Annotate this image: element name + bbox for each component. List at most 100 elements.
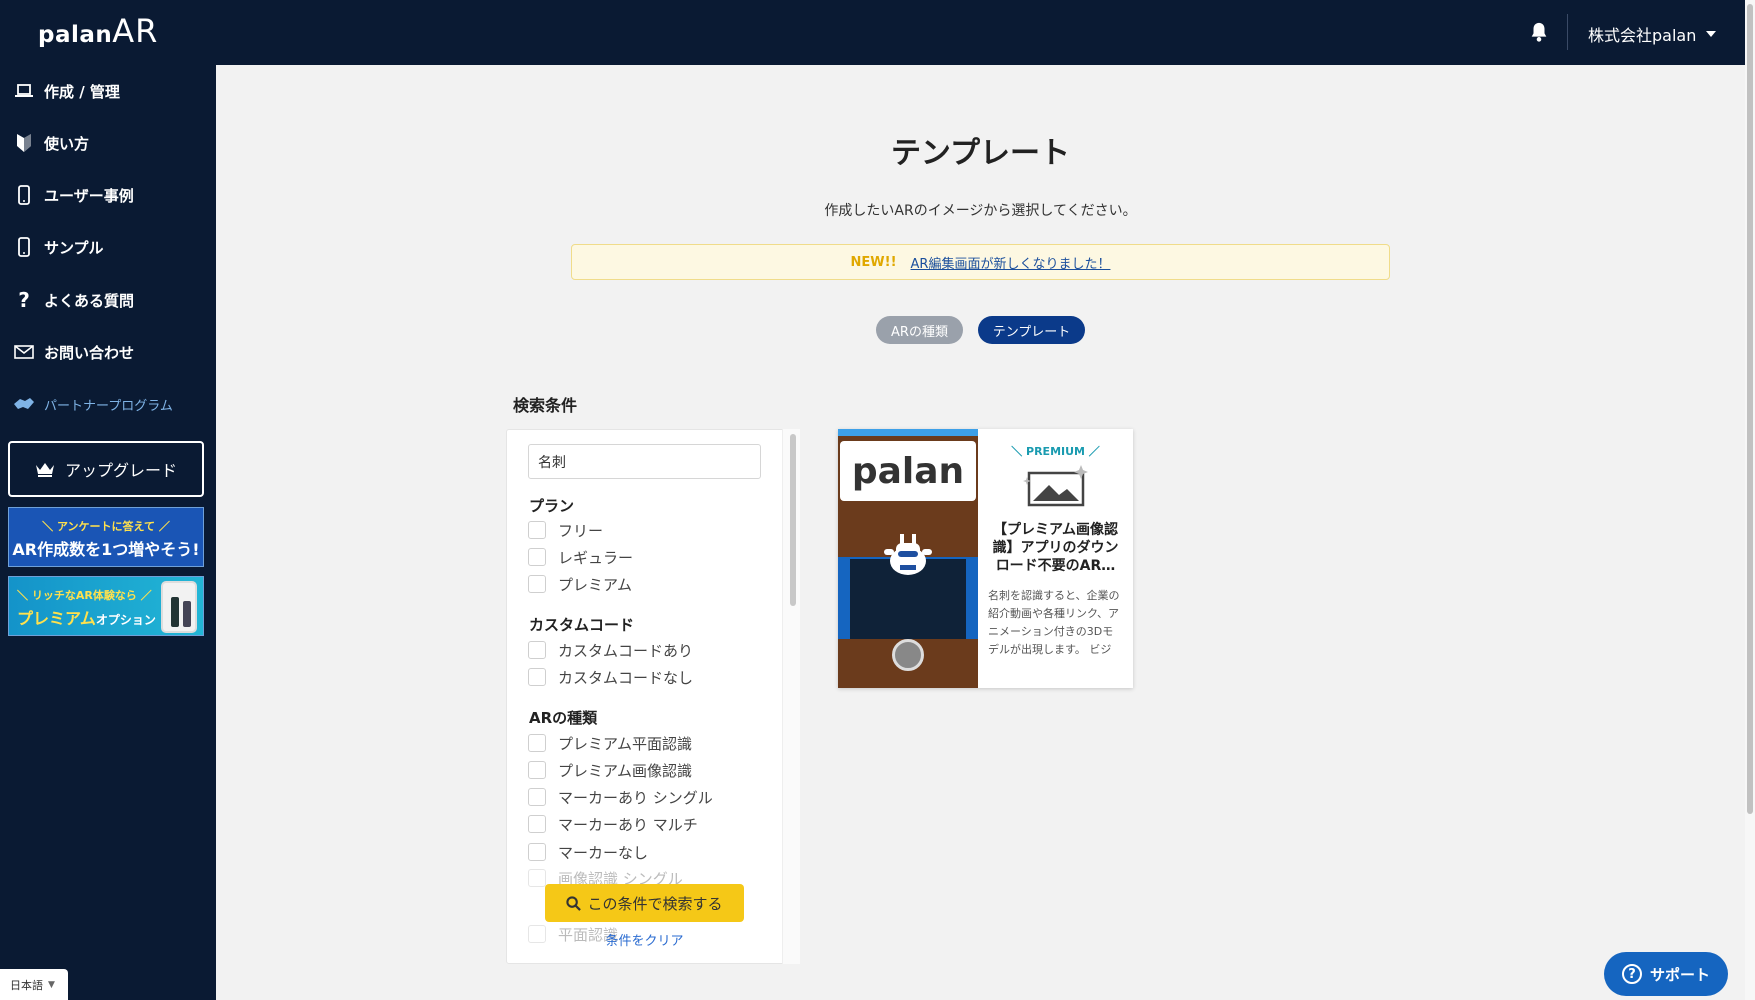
checkbox-label: プレミアム画像認識 xyxy=(558,761,692,780)
laptop-icon xyxy=(14,81,34,101)
template-card-body: ＼ PREMIUM ／ 【プレミアム画像認識】アプリのダウンロード不要のAR… … xyxy=(978,429,1133,688)
sidebar-item-how-to[interactable]: 使い方 xyxy=(0,121,216,165)
language-selector[interactable]: 日本語 ▼ xyxy=(0,969,68,1000)
checkbox-custom-code-no[interactable]: カスタムコードなし xyxy=(528,666,693,688)
checkbox-markerless[interactable]: マーカーなし xyxy=(528,841,648,863)
checkbox-plan-regular[interactable]: レギュラー xyxy=(528,546,633,568)
sidebar-item-contact[interactable]: お問い合わせ xyxy=(0,330,216,374)
keyword-search-input[interactable]: 名刺 xyxy=(528,444,761,479)
template-card[interactable]: palan ＼ PREMIUM ／ 【プレミアム画像認識】アプリのダウンロード不… xyxy=(838,429,1133,688)
template-thumbnail: palan xyxy=(838,429,978,688)
sidebar-item-create-manage[interactable]: 作成 / 管理 xyxy=(0,69,216,113)
checkbox[interactable] xyxy=(528,869,546,887)
logo-text-small: palan xyxy=(38,22,113,48)
checkbox-plan-premium[interactable]: プレミアム xyxy=(528,573,632,595)
sidebar-item-label: ユーザー事例 xyxy=(44,186,134,205)
image-icon xyxy=(1022,465,1088,507)
page-scrollbar-thumb[interactable] xyxy=(1747,4,1753,814)
checkbox-label: プレミアム平面認識 xyxy=(558,734,692,753)
bell-icon[interactable] xyxy=(1528,20,1550,44)
chevron-down-icon xyxy=(1706,31,1717,37)
phone-illustration xyxy=(161,581,197,633)
template-title: 【プレミアム画像認識】アプリのダウンロード不要のAR… xyxy=(992,522,1119,574)
page-title: テンプレート xyxy=(890,136,1071,171)
premium-banner-sub: オプション xyxy=(95,613,156,627)
beginner-mark-icon xyxy=(14,133,34,153)
crown-icon xyxy=(35,463,54,477)
sidebar-item-label: よくある質問 xyxy=(44,291,135,310)
checkbox-label: カスタムコードあり xyxy=(558,641,694,660)
smartphone-icon xyxy=(14,237,34,257)
search-icon xyxy=(566,895,582,911)
mail-icon xyxy=(14,342,34,362)
checkbox[interactable] xyxy=(528,925,546,943)
sidebar-item-user-cases[interactable]: ユーザー事例 xyxy=(0,173,216,217)
checkbox-label: レギュラー xyxy=(558,548,634,567)
header-divider xyxy=(1567,14,1568,50)
logo-text-big: AR xyxy=(112,12,159,50)
camera-shutter xyxy=(892,639,924,671)
sidebar-item-label: サンプル xyxy=(44,238,104,257)
checkbox[interactable] xyxy=(528,734,546,752)
sidebar-item-samples[interactable]: サンプル xyxy=(0,225,216,269)
page-description: 作成したいARのイメージから選択してください。 xyxy=(824,203,1137,219)
account-name: 株式会社palan xyxy=(1588,26,1697,45)
sidebar-item-partner-program[interactable]: パートナープログラム xyxy=(0,382,216,426)
checkbox[interactable] xyxy=(528,641,546,659)
checkbox-label: フリー xyxy=(558,521,604,540)
checkbox[interactable] xyxy=(528,548,546,566)
palan-ar-logo[interactable]: palanAR xyxy=(38,12,158,50)
language-label: 日本語 xyxy=(10,978,43,992)
checkbox-label: マーカーあり シングル xyxy=(558,788,713,807)
sidebar-item-label: お問い合わせ xyxy=(44,343,135,362)
checkbox[interactable] xyxy=(528,668,546,686)
checkbox-marker-multi[interactable]: マーカーあり マルチ xyxy=(528,813,698,835)
checkbox[interactable] xyxy=(528,575,546,593)
search-submit-button[interactable]: この条件で検索する xyxy=(545,884,744,922)
checkbox[interactable] xyxy=(528,521,546,539)
premium-option-banner[interactable]: ＼ リッチなAR体験なら ／ プレミアムオプション xyxy=(8,576,204,636)
checkbox[interactable] xyxy=(528,761,546,779)
tab-ar-types[interactable]: ARの種類 xyxy=(876,316,963,344)
filter-scrollbar-thumb[interactable] xyxy=(790,434,796,606)
upgrade-label: アップグレード xyxy=(64,461,177,480)
filter-heading: 検索条件 xyxy=(513,396,578,415)
new-badge: NEW!! xyxy=(850,254,897,270)
sidebar-item-label: 使い方 xyxy=(44,134,90,153)
robot-character xyxy=(884,534,932,575)
upgrade-button[interactable]: アップグレード xyxy=(8,441,204,497)
top-header: palanAR 株式会社palan xyxy=(0,0,1745,65)
notice-bar: NEW!! AR編集画面が新しくなりました！ xyxy=(571,244,1390,280)
checkbox-premium-plane[interactable]: プレミアム平面認識 xyxy=(528,732,692,754)
filter-group-ar-type-title: ARの種類 xyxy=(529,709,598,727)
checkbox-plan-free[interactable]: フリー xyxy=(528,519,603,541)
checkbox-premium-image[interactable]: プレミアム画像認識 xyxy=(528,759,692,781)
checkbox-custom-code-yes[interactable]: カスタムコードあり xyxy=(528,639,693,661)
help-icon: ? xyxy=(1621,964,1642,984)
business-card-brand: palan xyxy=(840,441,976,501)
checkbox[interactable] xyxy=(528,843,546,861)
smartphone-icon xyxy=(14,185,34,205)
notice-link[interactable]: AR編集画面が新しくなりました！ xyxy=(911,253,1111,272)
checkbox-label: マーカーあり マルチ xyxy=(558,815,698,834)
checkbox[interactable] xyxy=(528,815,546,833)
template-description: 名刺を認識すると、企業の紹介動画や各種リンク、アニメーション付きの3Dモデルが出… xyxy=(988,589,1120,656)
account-menu[interactable]: 株式会社palan xyxy=(1588,22,1717,46)
checkbox-label: プレミアム xyxy=(558,575,632,594)
checkbox-label: カスタムコードなし xyxy=(558,668,694,687)
premium-banner-main: プレミアム xyxy=(17,609,96,628)
support-button[interactable]: ? サポート xyxy=(1604,952,1728,996)
checkbox-label: マーカーなし xyxy=(558,843,649,862)
clear-filters-link[interactable]: 条件をクリア xyxy=(545,930,744,949)
survey-banner-line1: ＼ アンケートに答えて ／ xyxy=(42,520,170,533)
checkbox[interactable] xyxy=(528,788,546,806)
handshake-icon xyxy=(14,394,34,414)
sidebar: 作成 / 管理 使い方 ユーザー事例 サンプル ? よくある質問 お問い合わせ … xyxy=(0,65,216,1000)
sidebar-item-label: パートナープログラム xyxy=(44,398,173,414)
checkbox-marker-single[interactable]: マーカーあり シングル xyxy=(528,786,713,808)
filter-group-plan-title: プラン xyxy=(529,497,575,515)
sidebar-item-faq[interactable]: ? よくある質問 xyxy=(0,278,216,322)
survey-banner[interactable]: ＼ アンケートに答えて ／ AR作成数を1つ増やそう! xyxy=(8,507,204,567)
filter-group-custom-code-title: カスタムコード xyxy=(529,616,635,634)
tab-templates[interactable]: テンプレート xyxy=(978,316,1085,344)
